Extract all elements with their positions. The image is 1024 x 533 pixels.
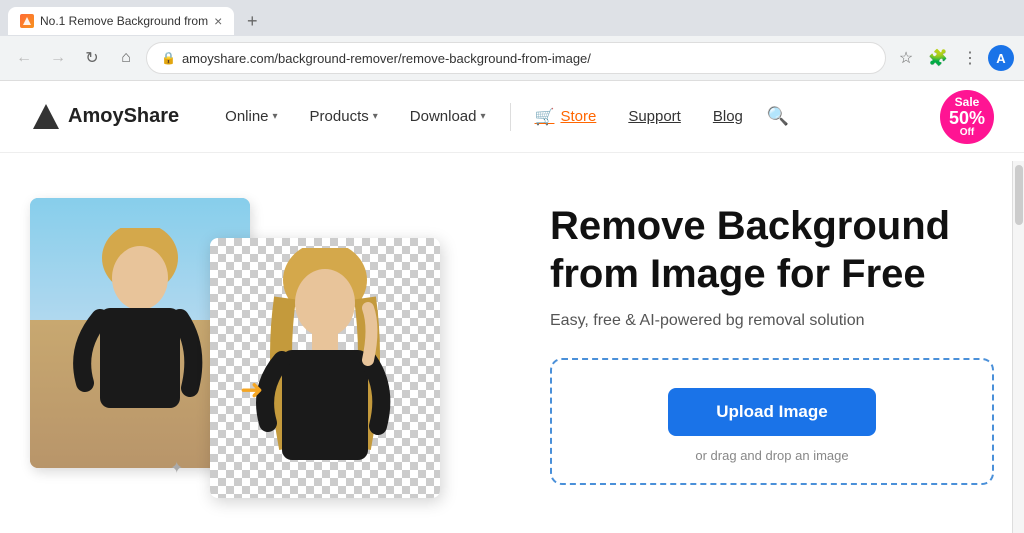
logo-icon	[30, 101, 62, 133]
bookmark-icon[interactable]: ☆	[892, 44, 920, 72]
scrollbar[interactable]	[1012, 161, 1024, 533]
sparkle-icon-bottom: ✦	[170, 458, 183, 478]
upload-image-button[interactable]: Upload Image	[668, 388, 875, 436]
refresh-button[interactable]: ↻	[78, 44, 106, 72]
profile-button[interactable]: A	[988, 45, 1014, 71]
site-nav: AmoyShare Online ▾ Products ▾ Download ▾…	[0, 81, 1024, 153]
browser-tabs: No.1 Remove Background from × +	[0, 0, 1024, 36]
nav-divider	[510, 103, 511, 131]
logo-text: AmoyShare	[68, 105, 179, 128]
hero-subtitle: Easy, free & AI-powered bg removal solut…	[550, 312, 994, 330]
hero-right: Remove Background from Image for Free Ea…	[510, 202, 994, 485]
cart-icon: 🛒	[535, 107, 555, 127]
tab-close-btn[interactable]: ×	[214, 13, 222, 29]
hero-title: Remove Background from Image for Free	[550, 202, 994, 298]
nav-products[interactable]: Products ▾	[294, 108, 394, 125]
sale-badge[interactable]: Sale 50% Off	[940, 90, 994, 144]
upload-drop-zone[interactable]: Upload Image or drag and drop an image	[550, 358, 994, 485]
browser-menu-icon[interactable]: ⋮	[956, 44, 984, 72]
address-text: amoyshare.com/background-remover/remove-…	[182, 51, 871, 66]
drag-drop-hint: or drag and drop an image	[695, 448, 848, 463]
extensions-icon[interactable]: 🧩	[924, 44, 952, 72]
lock-icon: 🔒	[161, 51, 176, 65]
hero-section: ➜ ✦ ✦	[0, 153, 1024, 533]
toolbar-icons: ☆ 🧩 ⋮ A	[892, 44, 1014, 72]
chevron-down-icon: ▾	[481, 111, 486, 122]
active-tab[interactable]: No.1 Remove Background from ×	[8, 7, 234, 35]
nav-download[interactable]: Download ▾	[394, 108, 502, 125]
home-button[interactable]: ⌂	[112, 44, 140, 72]
nav-support[interactable]: Support	[612, 108, 697, 125]
back-button[interactable]: ←	[10, 44, 38, 72]
search-icon[interactable]: 🔍	[759, 106, 797, 127]
after-image	[210, 238, 440, 498]
browser-toolbar: ← → ↻ ⌂ 🔒 amoyshare.com/background-remov…	[0, 36, 1024, 80]
browser-chrome: No.1 Remove Background from × + ← → ↻ ⌂ …	[0, 0, 1024, 81]
sale-top-text: Sale	[955, 95, 980, 109]
scrollbar-thumb[interactable]	[1015, 165, 1023, 225]
website-content: AmoyShare Online ▾ Products ▾ Download ▾…	[0, 81, 1024, 533]
sale-off-text: Off	[960, 127, 974, 138]
logo-link[interactable]: AmoyShare	[30, 101, 179, 133]
tab-title: No.1 Remove Background from	[40, 14, 208, 28]
person-silhouette-before	[45, 228, 235, 468]
chevron-down-icon: ▾	[273, 111, 278, 122]
address-bar[interactable]: 🔒 amoyshare.com/background-remover/remov…	[146, 42, 886, 74]
hero-image-area: ➜ ✦ ✦	[30, 178, 510, 508]
transform-arrow: ➜	[240, 373, 263, 406]
forward-button[interactable]: →	[44, 44, 72, 72]
nav-online[interactable]: Online ▾	[209, 108, 293, 125]
nav-store[interactable]: 🛒 Store	[519, 107, 613, 127]
nav-links: Online ▾ Products ▾ Download ▾ 🛒 Store S…	[209, 103, 932, 131]
chevron-down-icon: ▾	[373, 111, 378, 122]
tab-favicon	[20, 14, 34, 28]
sale-percent-text: 50%	[949, 109, 985, 127]
new-tab-btn[interactable]: +	[238, 7, 266, 35]
nav-blog[interactable]: Blog	[697, 108, 759, 125]
